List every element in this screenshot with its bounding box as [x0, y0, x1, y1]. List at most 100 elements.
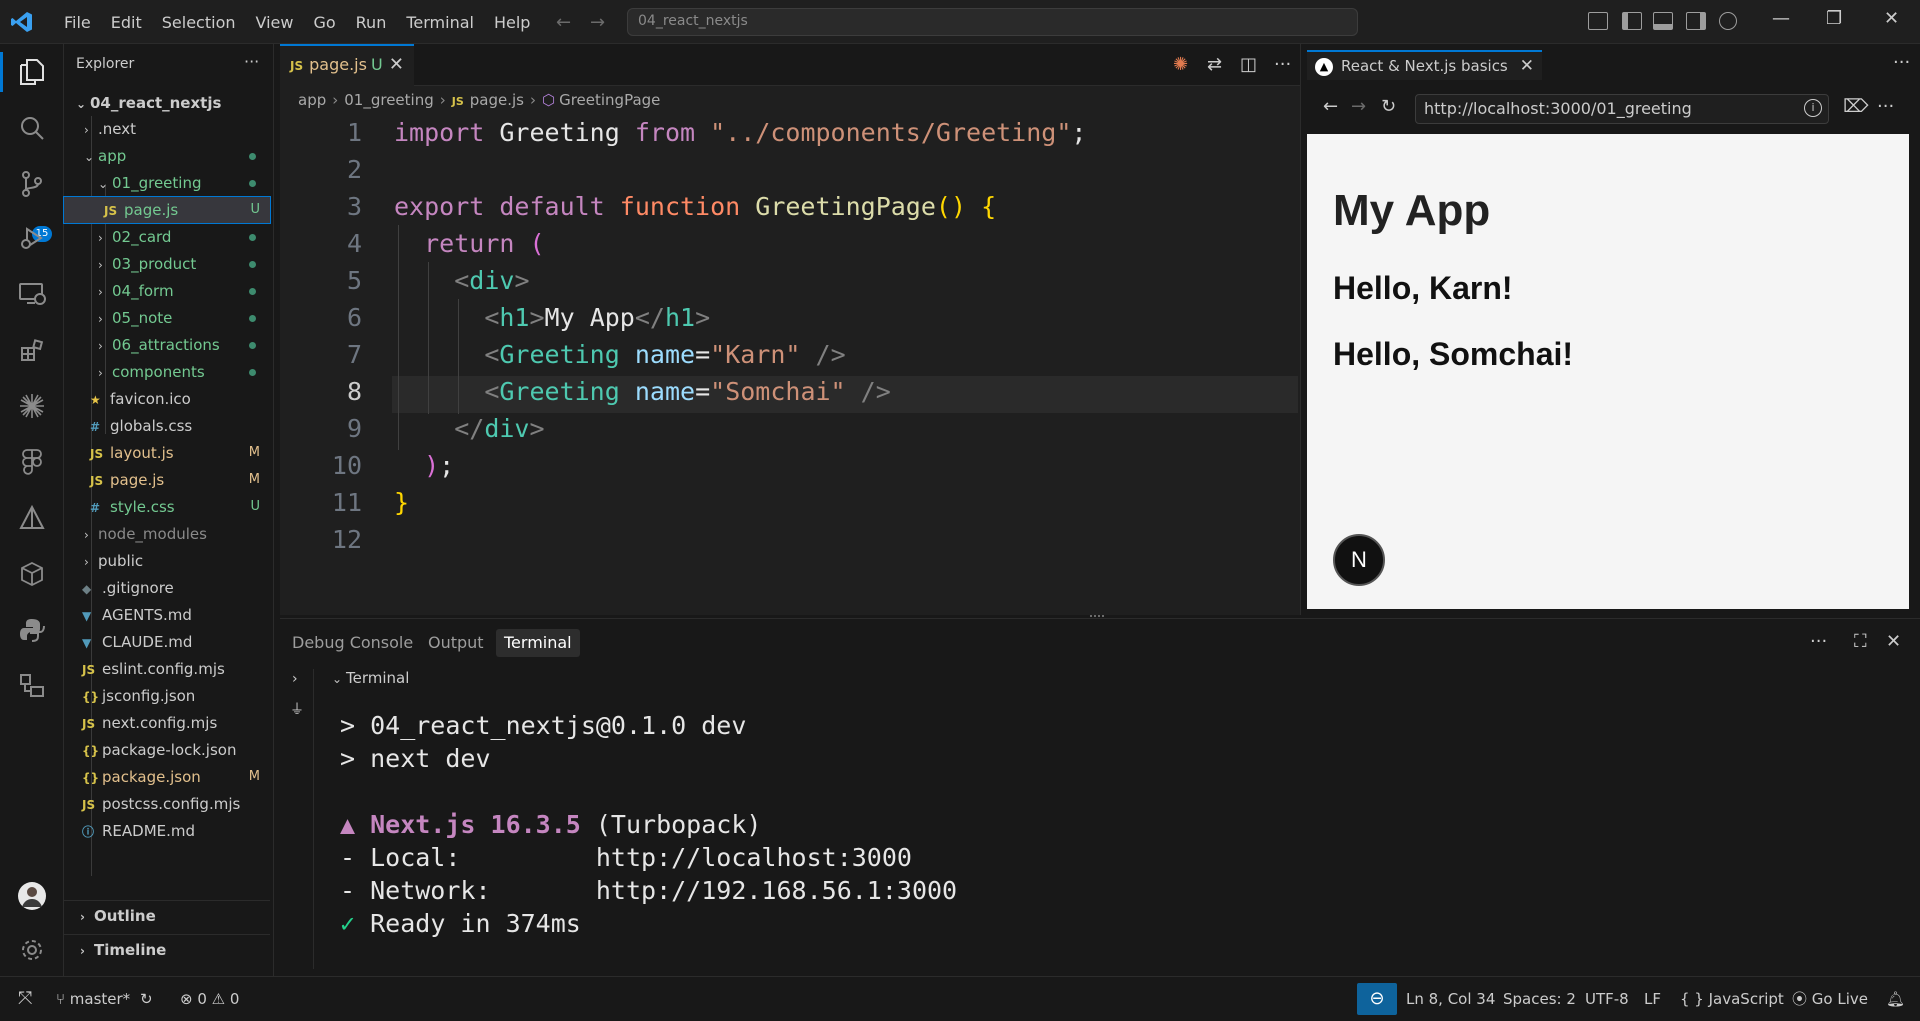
resize-sash[interactable]	[1090, 615, 1104, 621]
globe-icon[interactable]	[1719, 12, 1737, 30]
browser-reload-icon[interactable]: ↻	[1381, 96, 1396, 117]
menu-file[interactable]: File	[54, 13, 101, 32]
tree-item-03-product[interactable]: › 03_product	[64, 251, 270, 277]
close-panel-icon[interactable]: ✕	[1886, 631, 1901, 652]
tree-item-postcss-config[interactable]: JS postcss.config.mjs	[64, 791, 270, 817]
editor-more-icon[interactable]: ···	[1274, 54, 1291, 75]
encoding[interactable]: UTF-8	[1585, 977, 1629, 1021]
toggle-secondary-sidebar-icon[interactable]	[1686, 12, 1706, 30]
branch-indicator[interactable]: ⑂ master*	[56, 977, 130, 1021]
panel-more-icon[interactable]: ···	[1810, 631, 1827, 652]
menu-help[interactable]: Help	[484, 13, 540, 32]
tree-item-gitignore[interactable]: ◆ .gitignore	[64, 575, 270, 601]
tree-item-02-card[interactable]: › 02_card	[64, 224, 270, 250]
remote-indicator-icon[interactable]: ⤧	[18, 977, 32, 1021]
forward-arrow-icon[interactable]: →	[590, 12, 605, 33]
tree-item-node-modules[interactable]: › node_modules	[64, 521, 270, 547]
tree-item-package-json[interactable]: {} package.json M	[64, 764, 270, 790]
cursor-position[interactable]: Ln 8, Col 34	[1406, 977, 1495, 1021]
terminal-output[interactable]: > 04_react_nextjs@0.1.0 dev > next dev ▲…	[340, 709, 957, 940]
menu-terminal[interactable]: Terminal	[396, 13, 484, 32]
claude-icon[interactable]	[16, 390, 48, 422]
info-icon[interactable]: i	[1804, 99, 1822, 117]
browser-panel-more-icon[interactable]: ···	[1877, 96, 1894, 117]
box-package-icon[interactable]	[16, 558, 48, 590]
language-mode[interactable]: { } JavaScript	[1680, 977, 1784, 1021]
claude-code-icon[interactable]: ✺	[1173, 54, 1188, 75]
browser-forward-icon[interactable]: →	[1351, 96, 1366, 117]
explorer-more-icon[interactable]: ···	[244, 52, 259, 71]
account-avatar[interactable]	[16, 880, 48, 912]
source-control-icon[interactable]	[16, 168, 48, 200]
maximize-panel-icon[interactable]: ⛶	[1854, 631, 1867, 652]
deploy-triangle-icon[interactable]	[16, 502, 48, 534]
timeline-section[interactable]: › Timeline	[64, 934, 270, 964]
open-changes-icon[interactable]: ⇄	[1207, 54, 1222, 75]
settings-gear-icon[interactable]	[16, 934, 48, 966]
close-tab-icon[interactable]: ✕	[1520, 56, 1534, 76]
close-tab-icon[interactable]: ✕	[389, 54, 404, 75]
tree-item-jsconfig[interactable]: {} jsconfig.json	[64, 683, 270, 709]
breadcrumb-folder[interactable]: 01_greeting	[344, 91, 433, 109]
terminal-header[interactable]: ⌄ Terminal	[332, 669, 409, 687]
browser-url-input[interactable]: http://localhost:3000/01_greeting i	[1415, 94, 1829, 124]
menu-edit[interactable]: Edit	[101, 13, 152, 32]
browser-more-icon[interactable]: ···	[1893, 52, 1910, 73]
run-debug-icon[interactable]	[16, 222, 48, 254]
tab-terminal[interactable]: Terminal	[496, 629, 580, 657]
notifications-bell-icon[interactable]: 🔔︎	[1886, 977, 1905, 1021]
sync-icon[interactable]: ↻	[140, 977, 153, 1021]
explorer-icon[interactable]	[16, 56, 48, 88]
remote-explorer-icon[interactable]	[16, 278, 48, 310]
tree-item-claude-md[interactable]: ▼ CLAUDE.md	[64, 629, 270, 655]
tree-item-style-css[interactable]: # style.css U	[64, 494, 270, 520]
tree-item-readme[interactable]: ⓘ README.md	[64, 818, 270, 844]
tree-item-06-attractions[interactable]: › 06_attractions	[64, 332, 270, 358]
tree-item-globals-css[interactable]: # globals.css	[64, 413, 270, 439]
tree-item-public[interactable]: › public	[64, 548, 270, 574]
plug-icon[interactable]: ⏚	[290, 699, 304, 719]
chevron-right-icon[interactable]: ›	[292, 671, 298, 687]
back-arrow-icon[interactable]: ←	[556, 12, 571, 33]
tree-item-next-config[interactable]: JS next.config.mjs	[64, 710, 270, 736]
tree-item-package-lock[interactable]: {} package-lock.json	[64, 737, 270, 763]
menu-view[interactable]: View	[246, 13, 304, 32]
tab-debug-console[interactable]: Debug Console	[284, 629, 421, 657]
go-live-button[interactable]: ⦿ Go Live	[1792, 977, 1868, 1021]
restore-icon[interactable]: ❐	[1826, 8, 1842, 29]
python-icon[interactable]	[16, 614, 48, 646]
tree-item-components[interactable]: › components	[64, 359, 270, 385]
toggle-panel-icon[interactable]	[1653, 12, 1673, 30]
tree-item-eslint-config[interactable]: JS eslint.config.mjs	[64, 656, 270, 682]
customize-layout-icon[interactable]	[1588, 12, 1608, 30]
menu-selection[interactable]: Selection	[152, 13, 246, 32]
editor-tab-page-js[interactable]: JS page.js U ✕	[280, 44, 414, 86]
menu-run[interactable]: Run	[346, 13, 397, 32]
browser-back-icon[interactable]: ←	[1323, 96, 1338, 117]
figma-icon[interactable]	[16, 446, 48, 478]
tree-item-04-form[interactable]: › 04_form	[64, 278, 270, 304]
minimize-icon[interactable]: —	[1772, 8, 1790, 29]
extensions-icon[interactable]	[16, 334, 48, 366]
tree-item-app[interactable]: ⌄ app	[64, 143, 270, 169]
tree-item-page-js[interactable]: JS page.js M	[64, 467, 270, 493]
tree-item-favicon[interactable]: ★ favicon.ico	[64, 386, 270, 412]
toggle-primary-sidebar-icon[interactable]	[1622, 12, 1642, 30]
tree-item-agents-md[interactable]: ▼ AGENTS.md	[64, 602, 270, 628]
close-window-icon[interactable]: ✕	[1884, 8, 1899, 29]
split-editor-icon[interactable]: ◫	[1240, 54, 1257, 75]
tab-output[interactable]: Output	[420, 629, 492, 657]
command-center-search[interactable]: 04_react_nextjs	[627, 8, 1358, 36]
problems-indicator[interactable]: ⊗ 0 ⚠ 0	[180, 977, 239, 1021]
tree-item-greeting-page-js[interactable]: JS page.js U	[63, 196, 271, 224]
search-icon[interactable]	[16, 112, 48, 144]
workspace-root[interactable]: ⌄ 04_react_nextjs	[64, 90, 270, 116]
menu-go[interactable]: Go	[303, 13, 345, 32]
breadcrumb-app[interactable]: app	[298, 91, 326, 109]
browser-devtools-icon[interactable]: ⌦	[1843, 96, 1868, 117]
browser-tab[interactable]: ▲ React & Next.js basics ✕	[1307, 50, 1543, 80]
nextjs-devtools-button[interactable]: N	[1333, 534, 1385, 586]
indentation[interactable]: Spaces: 2	[1503, 977, 1576, 1021]
tree-item-05-note[interactable]: › 05_note	[64, 305, 270, 331]
breadcrumb-symbol[interactable]: GreetingPage	[559, 91, 660, 109]
